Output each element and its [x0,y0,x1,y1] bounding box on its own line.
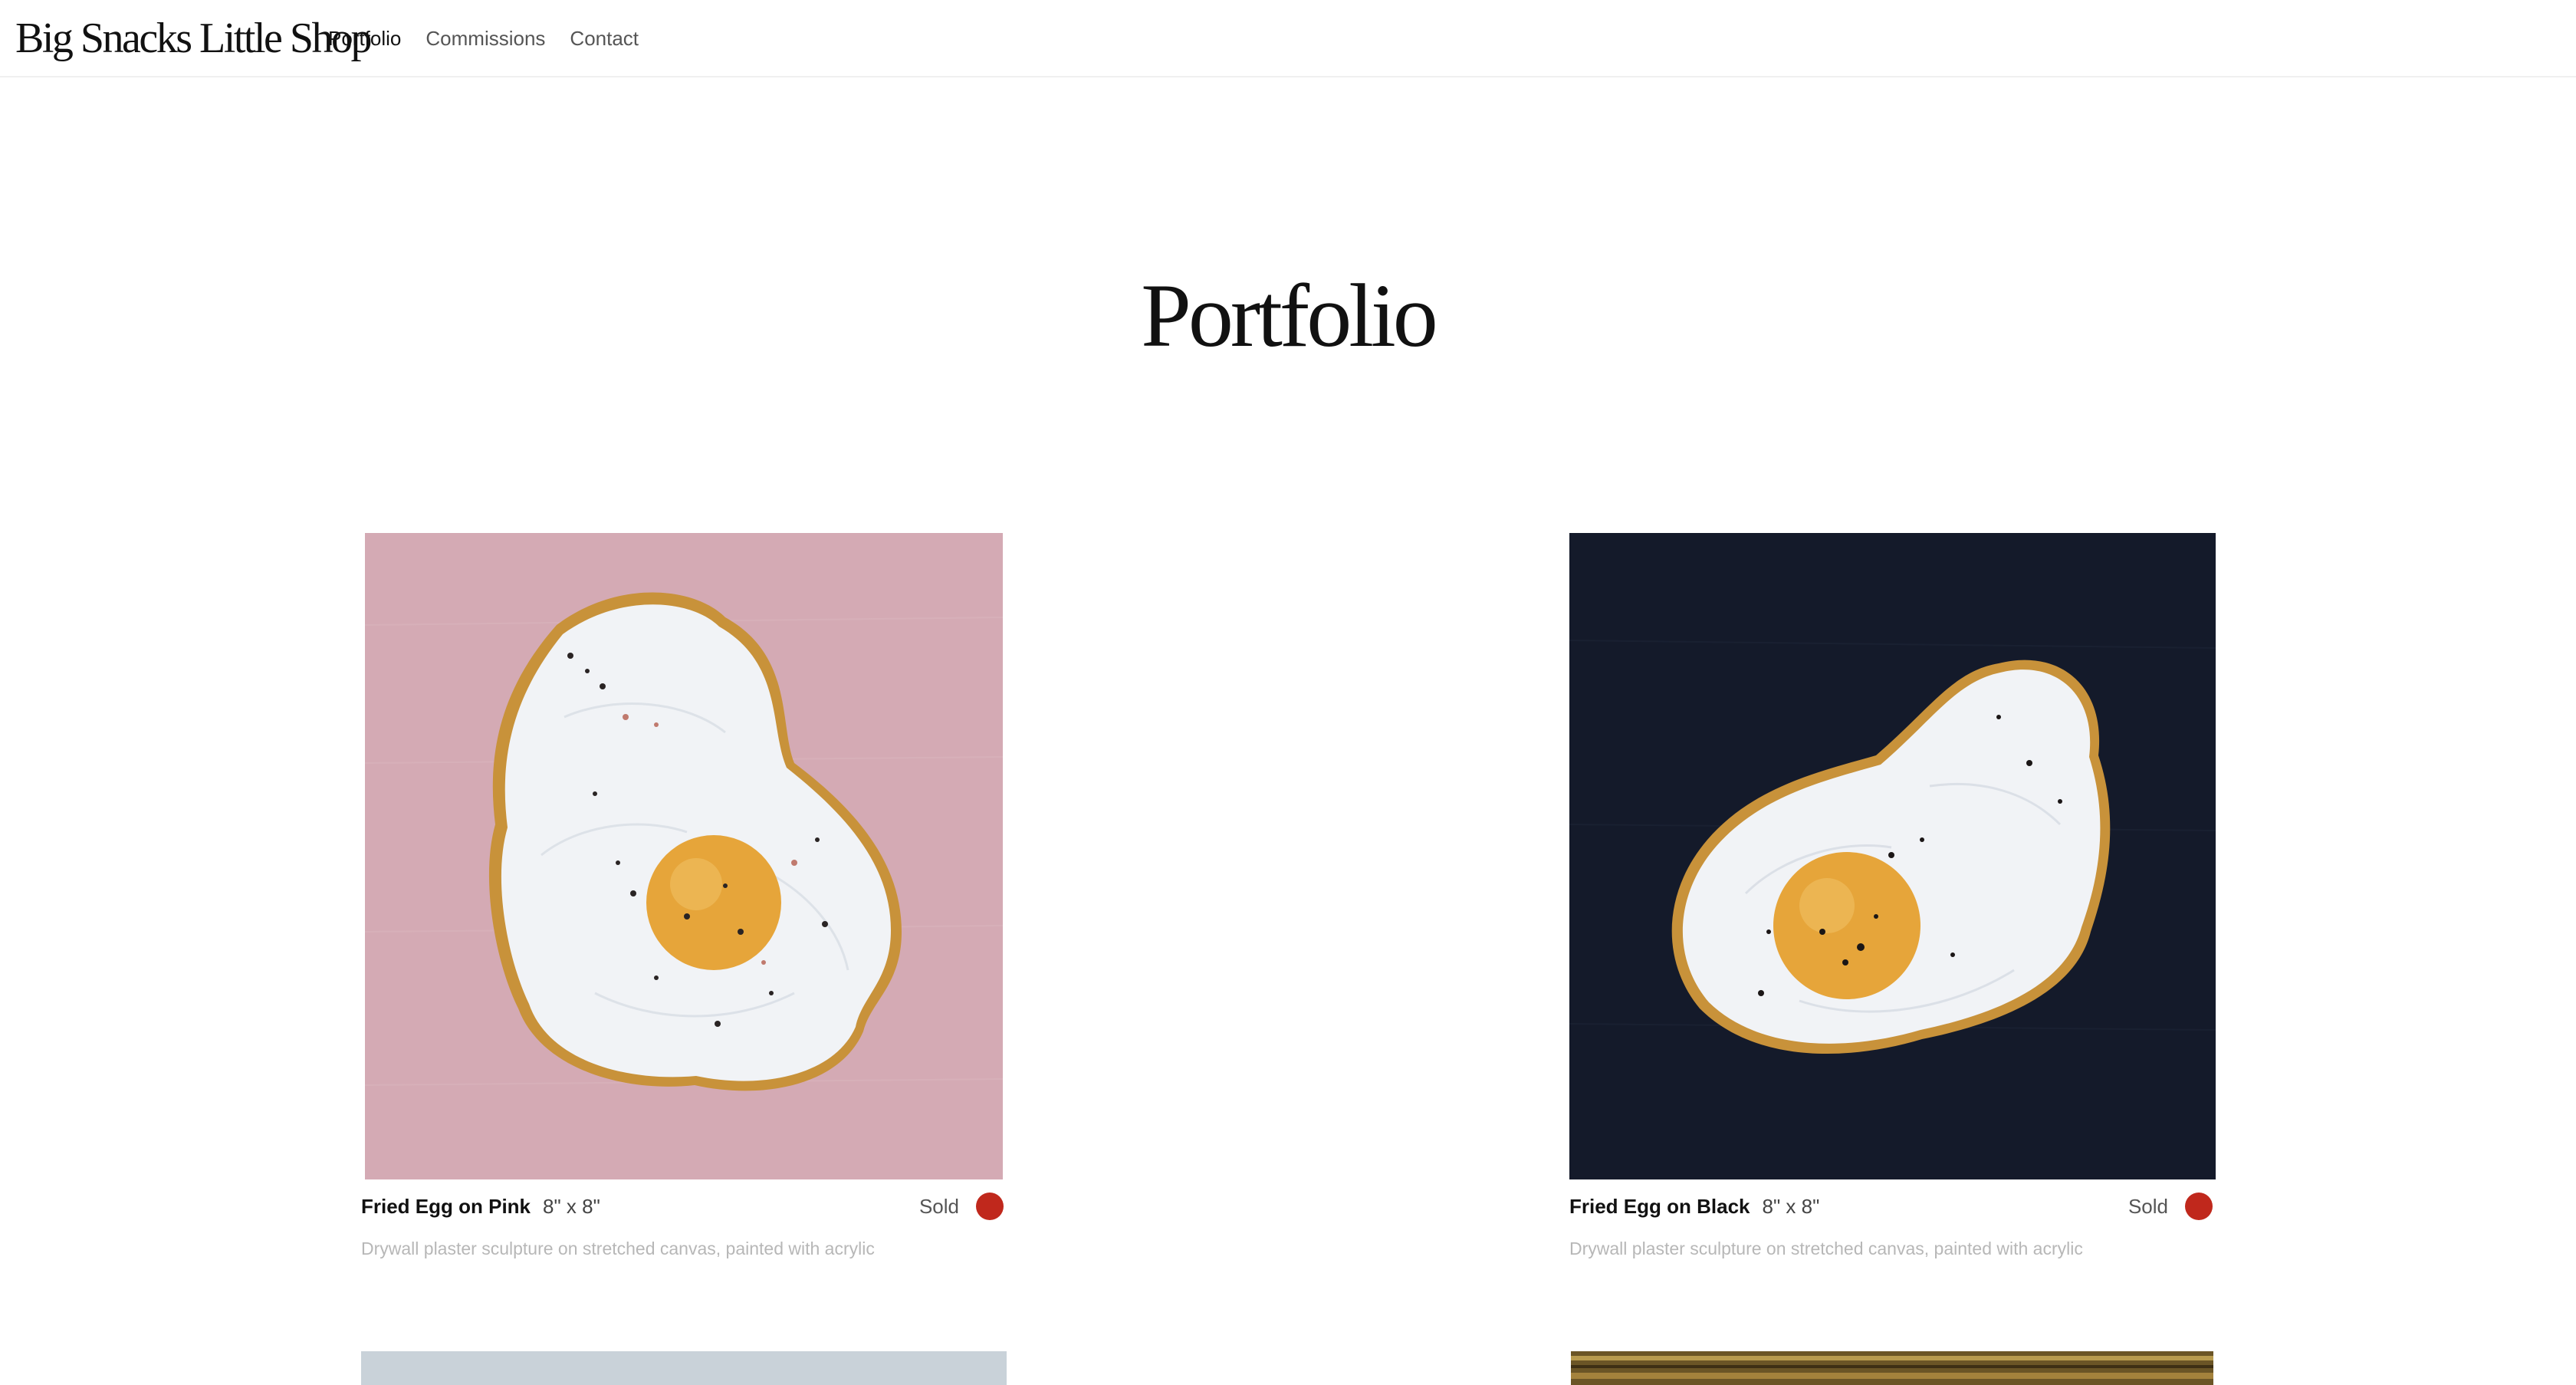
artwork-title[interactable]: Fried Egg on Pink [361,1193,531,1220]
status-label: Sold [2128,1195,2168,1218]
artwork-image[interactable] [361,1351,1007,1385]
site-header: Big Snacks Little Shop Portfolio Commiss… [0,0,2576,77]
artwork-size: 8" x 8" [1762,1195,1820,1218]
sold-dot-icon [976,1193,1004,1220]
page-title: Portfolio [1141,265,1438,366]
status-indicator: Sold [2128,1193,2213,1220]
nav-item-commissions[interactable]: Commissions [426,25,545,52]
artwork-description: Drywall plaster sculpture on stretched c… [361,1239,875,1258]
nav-item-portfolio[interactable]: Portfolio [328,25,401,52]
artwork-title[interactable]: Fried Egg on Black [1569,1193,1750,1220]
status-label: Sold [918,1195,959,1218]
artwork-image[interactable] [365,533,1003,1179]
status-indicator: Sold [919,1193,1004,1220]
main-nav: Portfolio Commissions Contact [328,25,639,52]
sold-dot-icon [2185,1193,2213,1220]
artwork-image[interactable] [1569,533,2216,1179]
artwork-description: Drywall plaster sculpture on stretched c… [1569,1239,2083,1258]
site-logo[interactable]: Big Snacks Little Shop [15,11,373,66]
artwork-meta: Fried Egg on Black 8" x 8" Sold [1569,1189,2213,1223]
artwork-image[interactable] [1571,1351,2213,1385]
nav-item-contact[interactable]: Contact [570,25,639,52]
artwork-size: 8" x 8" [543,1195,600,1218]
artwork-meta: Fried Egg on Pink 8" x 8" Sold [361,1189,1004,1223]
